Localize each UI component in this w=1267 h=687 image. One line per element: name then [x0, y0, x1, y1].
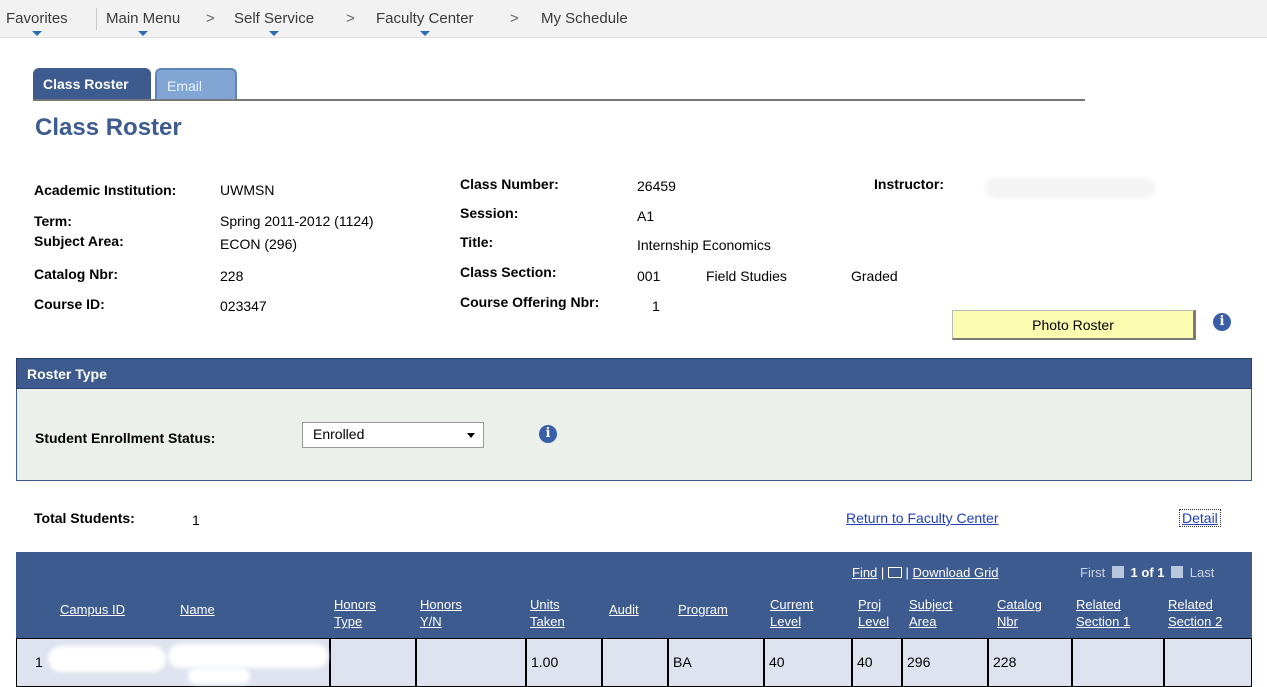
column-related-section-2[interactable]: Related Section 2	[1168, 596, 1238, 630]
new-window-icon[interactable]	[887, 567, 902, 578]
cell-units-taken: 1.00	[526, 638, 602, 687]
detail-link[interactable]: Detail	[1179, 509, 1221, 527]
page-title: Class Roster	[35, 114, 182, 141]
breadcrumb-separator: >	[510, 10, 519, 27]
column-name[interactable]: Name	[180, 601, 215, 618]
subject-area-value: ECON (296)	[220, 236, 298, 252]
tab-class-roster[interactable]: Class Roster	[33, 68, 151, 100]
course-offering-nbr-label: Course Offering Nbr:	[460, 294, 600, 310]
grid-toolbar: Find | | Download Grid	[852, 565, 999, 580]
column-campus-id[interactable]: Campus ID	[60, 601, 125, 618]
chevron-down-icon	[467, 433, 475, 438]
column-related-section-1[interactable]: Related Section 1	[1076, 596, 1146, 630]
main-menu[interactable]: Main Menu	[106, 10, 180, 36]
column-honors-yn[interactable]: Honors Y/N	[420, 596, 474, 630]
course-offering-nbr-value: 1	[652, 298, 660, 314]
column-current-level[interactable]: Current Level	[770, 596, 825, 630]
column-catalog-nbr[interactable]: Catalog Nbr	[997, 596, 1042, 630]
enrollment-status-label: Student Enrollment Status:	[35, 430, 216, 446]
column-proj-level[interactable]: Proj Level	[858, 596, 894, 630]
tab-email[interactable]: Email	[155, 68, 237, 100]
column-subject-area[interactable]: Subject Area	[909, 596, 967, 630]
cell-audit	[602, 638, 668, 687]
term-value: Spring 2011-2012 (1124)	[220, 213, 374, 229]
session-label: Session:	[460, 205, 519, 221]
grading-value: Graded	[851, 268, 898, 284]
catalog-nbr-label: Catalog Nbr:	[34, 266, 118, 282]
subject-area-label: Subject Area:	[34, 233, 124, 249]
cell-honors-type	[330, 638, 416, 687]
course-id-label: Course ID:	[34, 296, 105, 312]
download-grid-link[interactable]: Download Grid	[913, 565, 999, 580]
info-icon[interactable]: i	[539, 425, 557, 443]
cell-catalog-nbr: 228	[988, 638, 1072, 687]
previous-arrow-icon[interactable]	[1111, 566, 1124, 578]
cell-honors-yn	[416, 638, 526, 687]
cell-related-section-1	[1072, 638, 1164, 687]
cell-proj-level: 40	[852, 638, 902, 687]
chevron-down-icon	[31, 31, 42, 36]
class-section-label: Class Section:	[460, 264, 557, 280]
session-value: A1	[637, 208, 655, 224]
class-number-value: 26459	[637, 178, 676, 194]
photo-roster-button[interactable]: Photo Roster	[952, 310, 1196, 340]
breadcrumb-separator: >	[206, 10, 215, 27]
last-link[interactable]: Last	[1190, 565, 1215, 580]
cell-current-level: 40	[764, 638, 852, 687]
cell-subject-area: 296	[902, 638, 988, 687]
chevron-down-icon	[138, 31, 149, 36]
self-service-menu[interactable]: Self Service	[234, 10, 314, 36]
chevron-down-icon	[419, 31, 430, 36]
redacted-name	[168, 644, 328, 668]
roster-grid-header	[16, 552, 1252, 638]
column-honors-type[interactable]: Honors Type	[334, 596, 378, 630]
redacted-campus-id	[48, 646, 166, 672]
breadcrumb: Favorites Main Menu > Self Service > Fac…	[0, 0, 1267, 38]
cell-program: BA	[668, 638, 764, 687]
return-to-faculty-center-link[interactable]: Return to Faculty Center	[846, 510, 999, 526]
cell-related-section-2	[1164, 638, 1252, 687]
pager-count: 1 of 1	[1130, 565, 1165, 580]
section-type-value: Field Studies	[706, 268, 787, 284]
tab-underline	[33, 99, 1085, 101]
roster-type-header: Roster Type	[16, 358, 1252, 389]
chevron-down-icon	[269, 31, 280, 36]
faculty-center-menu[interactable]: Faculty Center	[376, 10, 474, 36]
divider	[96, 8, 97, 30]
column-audit[interactable]: Audit	[609, 601, 639, 618]
redacted-name	[188, 668, 250, 684]
title-label: Title:	[460, 234, 494, 250]
academic-institution-label: Academic Institution:	[34, 182, 177, 198]
first-link[interactable]: First	[1080, 565, 1105, 580]
breadcrumb-separator: >	[346, 10, 355, 27]
my-schedule-link[interactable]: My Schedule	[541, 10, 628, 27]
academic-institution-value: UWMSN	[220, 182, 275, 198]
favorites-menu[interactable]: Favorites	[6, 10, 68, 36]
total-students-value: 1	[192, 512, 200, 528]
catalog-nbr-value: 228	[220, 268, 244, 284]
find-link[interactable]: Find	[852, 565, 877, 580]
column-program[interactable]: Program	[678, 601, 728, 618]
term-label: Term:	[34, 213, 72, 229]
course-id-value: 023347	[220, 298, 267, 314]
enrollment-status-select[interactable]: Enrolled	[302, 422, 484, 448]
redacted-instructor-name	[985, 178, 1155, 198]
title-value: Internship Economics	[637, 237, 771, 253]
info-icon[interactable]: i	[1213, 313, 1231, 331]
grid-pager: First 1 of 1 Last	[1080, 565, 1214, 580]
next-arrow-icon[interactable]	[1171, 566, 1184, 578]
total-students-label: Total Students:	[34, 510, 135, 526]
row-index: 1	[35, 654, 43, 670]
column-units-taken[interactable]: Units Taken	[530, 596, 570, 630]
class-number-label: Class Number:	[460, 176, 559, 192]
instructor-label: Instructor:	[874, 176, 944, 192]
class-section-value: 001	[637, 268, 661, 284]
